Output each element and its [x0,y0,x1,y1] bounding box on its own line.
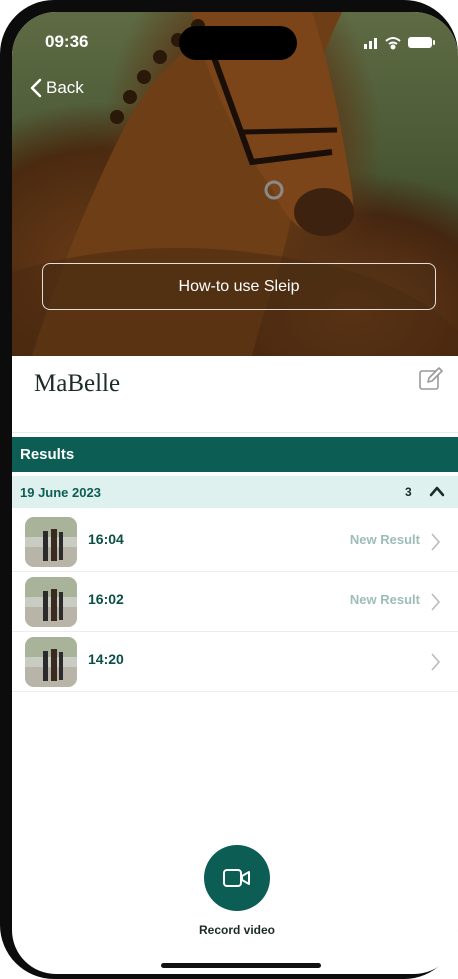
back-chevron-icon [30,78,42,98]
result-row[interactable]: 14:20 [12,632,458,692]
horse-name: MaBelle [34,370,121,397]
record-video-label: Record video [198,923,276,937]
row-chevron-icon [431,533,441,551]
result-time: 14:20 [88,651,124,667]
video-camera-icon [223,869,250,887]
signal-icon [364,38,377,49]
record-video-button[interactable] [204,845,270,911]
result-status: New Result [349,592,420,607]
howto-button[interactable]: How-to use Sleip [42,263,436,310]
collapse-chevron-icon[interactable] [429,485,445,497]
result-status: New Result [349,532,420,547]
phone-frame: 09:36 Back How-to use Sleip MaBelle Resu… [0,0,458,979]
video-thumbnail [25,577,77,627]
status-icons [364,37,435,50]
result-count: 3 [405,485,412,499]
divider [12,432,458,433]
date-group-header[interactable]: 19 June 2023 3 [12,476,458,508]
back-label: Back [46,78,84,97]
result-time: 16:02 [88,591,124,607]
dynamic-island [179,26,297,60]
video-thumbnail [25,517,77,567]
row-chevron-icon [431,653,441,671]
result-row[interactable]: 16:04 New Result [12,512,458,572]
app-screen: 09:36 Back How-to use Sleip MaBelle Resu… [12,12,458,974]
battery-icon [408,37,435,48]
status-time: 09:36 [45,32,89,51]
row-chevron-icon [431,593,441,611]
home-indicator [161,963,321,968]
date-label: 19 June 2023 [20,484,101,500]
result-row[interactable]: 16:02 New Result [12,572,458,632]
video-thumbnail [25,637,77,687]
horse-hero-photo: 09:36 Back How-to use Sleip [12,12,458,356]
back-button[interactable]: Back [30,78,84,98]
result-time: 16:04 [88,531,124,547]
edit-icon[interactable] [418,366,444,392]
horse-name-row: MaBelle [12,356,458,436]
wifi-icon [385,37,401,50]
results-header: Results [12,437,458,472]
